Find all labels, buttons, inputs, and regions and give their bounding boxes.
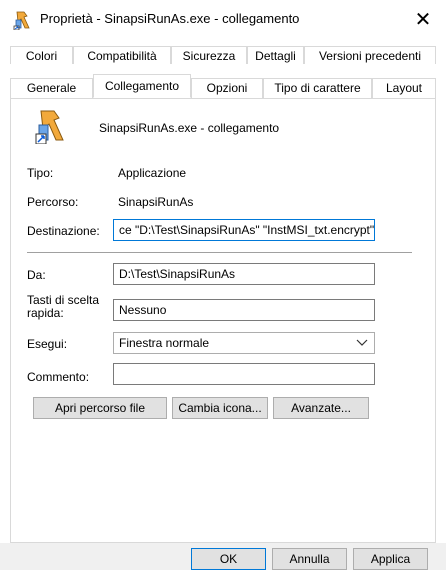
tab-compatibilita[interactable]: Compatibilità (73, 46, 171, 64)
tab-layout[interactable]: Layout (372, 78, 436, 98)
applica-button[interactable]: Applica (353, 548, 428, 570)
cambia-icona-button[interactable]: Cambia icona... (172, 397, 268, 419)
esegui-select[interactable]: Finestra normale (113, 332, 375, 354)
shortcut-app-icon (13, 11, 30, 30)
esegui-label: Esegui: (27, 337, 68, 351)
separator (27, 252, 412, 253)
tasti-rapidi-input[interactable]: Nessuno (113, 299, 375, 321)
tab-label: Compatibilità (87, 49, 157, 63)
tab-opzioni[interactable]: Opzioni (191, 78, 263, 98)
tab-label: Colori (25, 49, 58, 63)
tab-label: Collegamento (104, 79, 180, 93)
tab-sicurezza[interactable]: Sicurezza (171, 46, 247, 64)
tab-colori[interactable]: Colori (10, 46, 73, 64)
percorso-value: SinapsiRunAs (118, 195, 194, 209)
tipo-value: Applicazione (118, 166, 187, 180)
destinazione-input[interactable]: ce "D:\Test\SinapsiRunAs" "InstMSI_txt.e… (113, 219, 375, 241)
da-label: Da: (27, 268, 46, 282)
tab-label: Layout (385, 81, 423, 95)
percorso-label: Percorso: (27, 195, 79, 209)
tab-tipo-di-carattere[interactable]: Tipo di carattere (263, 78, 372, 98)
tasti-label-line2: rapida: (27, 306, 64, 320)
commento-input[interactable] (113, 363, 375, 385)
title-bar: Proprietà - SinapsiRunAs.exe - collegame… (0, 0, 446, 38)
chevron-down-icon (356, 339, 368, 346)
tab-generale[interactable]: Generale (10, 78, 93, 98)
close-button[interactable]: ✕ (400, 0, 446, 38)
tipo-label: Tipo: (27, 166, 54, 180)
tasti-label: Tasti di scelta rapida: (27, 294, 99, 320)
tasti-label-line1: Tasti di scelta (27, 293, 100, 307)
shortcut-app-icon (35, 110, 64, 144)
tab-label: Versioni precedenti (318, 49, 422, 63)
tab-label: Sicurezza (182, 49, 236, 63)
destinazione-label: Destinazione: (27, 224, 100, 238)
tab-collegamento[interactable]: Collegamento (93, 74, 191, 98)
close-icon: ✕ (414, 8, 432, 31)
shortcut-name: SinapsiRunAs.exe - collegamento (99, 121, 280, 135)
tab-label: Opzioni (206, 81, 248, 95)
da-input[interactable]: D:\Test\SinapsiRunAs (113, 263, 375, 285)
tab-label: Dettagli (255, 49, 296, 63)
apri-percorso-file-button[interactable]: Apri percorso file (33, 397, 167, 419)
ok-button[interactable]: OK (191, 548, 266, 570)
tab-dettagli[interactable]: Dettagli (247, 46, 304, 64)
tab-versioni-precedenti[interactable]: Versioni precedenti (304, 46, 436, 64)
commento-label: Commento: (27, 370, 90, 384)
window-title: Proprietà - SinapsiRunAs.exe - collegame… (40, 11, 300, 26)
tab-strip: Colori Compatibilità Sicurezza Dettagli … (10, 46, 436, 98)
annulla-button[interactable]: Annulla (272, 548, 347, 570)
avanzate-button[interactable]: Avanzate... (273, 397, 369, 419)
tab-label: Generale (26, 81, 77, 95)
tab-label: Tipo di carattere (274, 81, 361, 95)
esegui-selected-value: Finestra normale (119, 336, 210, 350)
